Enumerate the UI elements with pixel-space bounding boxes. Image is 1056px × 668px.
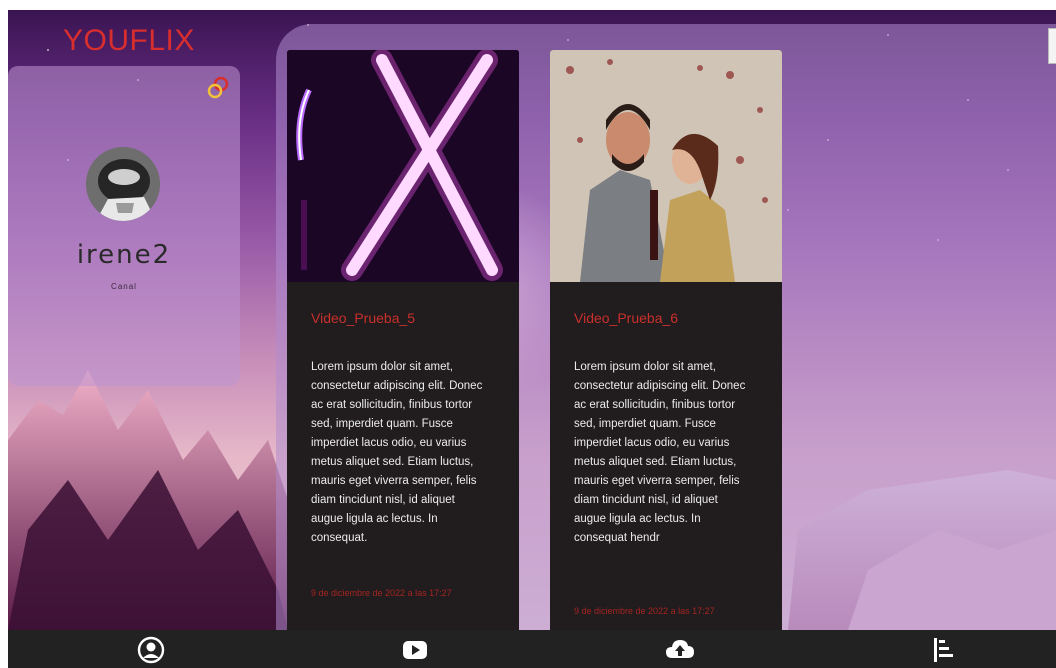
channel-label: Canal <box>111 282 137 291</box>
brand-logo[interactable]: YOUFLIX <box>63 24 195 58</box>
video-description: Lorem ipsum dolor sit amet, consectetur … <box>311 361 483 544</box>
settings-gear-icon[interactable] <box>206 74 232 100</box>
video-thumbnail[interactable] <box>287 50 519 282</box>
video-description: Lorem ipsum dolor sit amet, consectetur … <box>574 361 746 544</box>
upload-nav-button[interactable] <box>665 636 695 664</box>
video-card[interactable]: Video_Prueba_5 Lorem ipsum dolor sit ame… <box>287 50 519 638</box>
username: irene2 <box>76 240 172 270</box>
bottom-nav <box>8 630 1056 668</box>
user-circle-icon <box>137 636 165 664</box>
youtube-play-icon <box>403 641 427 659</box>
video-date: 9 de diciembre de 2022 a las 17:27 <box>311 588 452 598</box>
profile-card: irene2 Canal <box>8 66 240 386</box>
avatar[interactable] <box>86 147 160 221</box>
menu-nav-button[interactable] <box>929 636 959 664</box>
video-title[interactable]: Video_Prueba_6 <box>574 310 678 326</box>
list-tree-icon <box>934 638 953 662</box>
cloud-upload-icon <box>666 640 694 658</box>
profile-nav-button[interactable] <box>136 636 166 664</box>
video-title[interactable]: Video_Prueba_5 <box>311 310 415 326</box>
video-date: 9 de diciembre de 2022 a las 17:27 <box>574 606 715 616</box>
videos-nav-button[interactable] <box>400 636 430 664</box>
scrollbar[interactable] <box>1048 28 1056 64</box>
video-thumbnail[interactable] <box>550 50 782 282</box>
video-card[interactable]: Video_Prueba_6 Lorem ipsum dolor sit ame… <box>550 50 782 638</box>
